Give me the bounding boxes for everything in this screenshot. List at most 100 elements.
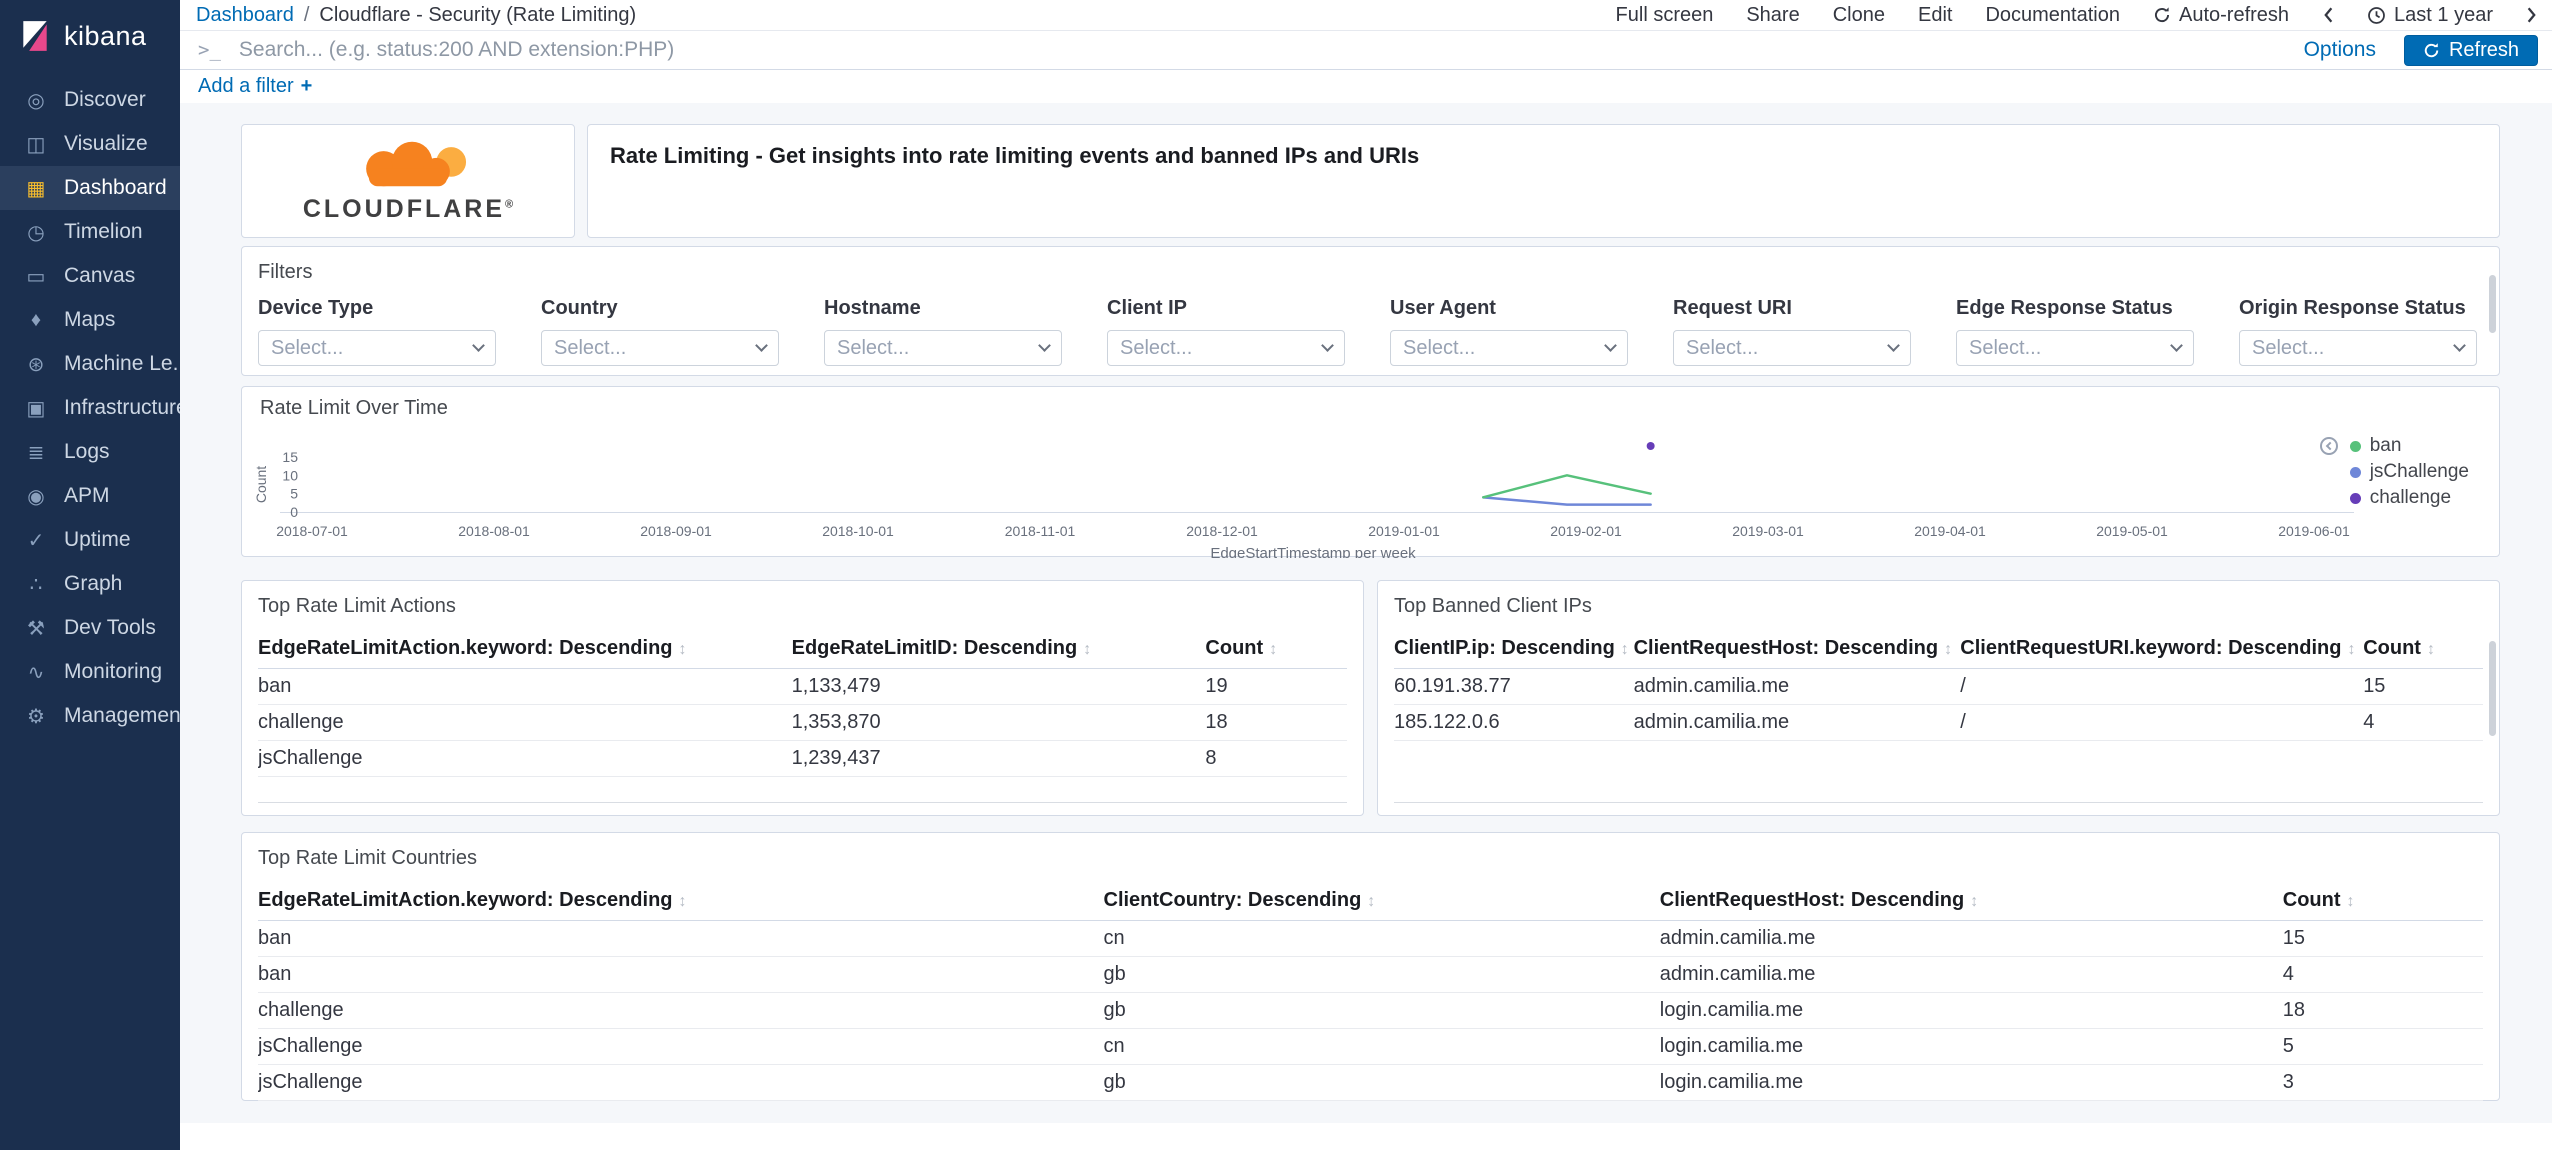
column-header-clientrequesthost[interactable]: ClientRequestHost: Descending ↕ bbox=[1659, 882, 2283, 921]
sidebar-item-uptime[interactable]: ✓ Uptime bbox=[0, 518, 180, 562]
select-placeholder: Select... bbox=[1403, 336, 1476, 359]
sidebar-item-logs[interactable]: ≣ Logs bbox=[0, 430, 180, 474]
legend-item-jschallenge[interactable]: jsChallenge bbox=[2349, 459, 2469, 485]
table-cell: admin.camilia.me bbox=[1659, 920, 2283, 957]
svg-text:15: 15 bbox=[282, 449, 298, 465]
table-row: jsChallenge 1,239,437 8 bbox=[258, 740, 1347, 777]
chevron-left-icon bbox=[2325, 441, 2334, 451]
filter-label: Origin Response Status bbox=[2239, 297, 2466, 319]
sidebar-item-monitoring[interactable]: ∿ Monitoring bbox=[0, 650, 180, 694]
filter-select-device-type[interactable]: Select... bbox=[258, 330, 496, 366]
sort-icon: ↕ bbox=[1944, 641, 1953, 658]
filter-field-device-type: Device Type Select... bbox=[258, 297, 496, 366]
sidebar-item-graph[interactable]: ∴ Graph bbox=[0, 562, 180, 606]
sidebar-item-infrastructure[interactable]: ▣ Infrastructure bbox=[0, 386, 180, 430]
table-cell: challenge bbox=[258, 992, 1104, 1029]
legend-collapse-button[interactable] bbox=[2319, 437, 2338, 455]
column-header-clientip-ip[interactable]: ClientIP.ip: Descending ↕ bbox=[1394, 630, 1634, 669]
legend-item-ban[interactable]: ban bbox=[2319, 433, 2469, 459]
sidebar-item-visualize[interactable]: ◫ Visualize bbox=[0, 122, 180, 166]
svg-text:2018-09-01: 2018-09-01 bbox=[640, 523, 712, 539]
sidebar-item-maps[interactable]: ♦ Maps bbox=[0, 298, 180, 342]
refresh-button[interactable]: Refresh bbox=[2403, 34, 2538, 66]
sidebar-item-label: Logs bbox=[64, 440, 110, 463]
share-button[interactable]: Share bbox=[1746, 4, 1799, 27]
column-header-clientrequesturi-keyword[interactable]: ClientRequestURI.keyword: Descending ↕ bbox=[1960, 630, 2364, 669]
column-header-clientcountry[interactable]: ClientCountry: Descending ↕ bbox=[1103, 882, 1660, 921]
time-back-button[interactable] bbox=[2322, 6, 2334, 24]
sort-icon: ↕ bbox=[1620, 641, 1629, 658]
filter-select-edge-response-status[interactable]: Select... bbox=[1956, 330, 2194, 366]
add-filter-link[interactable]: Add a filter + bbox=[198, 75, 312, 98]
clone-button[interactable]: Clone bbox=[1833, 4, 1885, 27]
svg-text:2019-04-01: 2019-04-01 bbox=[1914, 523, 1986, 539]
sidebar-item-management[interactable]: ⚙ Management bbox=[0, 694, 180, 738]
column-header-count[interactable]: Count ↕ bbox=[2363, 630, 2483, 669]
scrollbar[interactable] bbox=[2489, 641, 2496, 736]
legend-item-challenge[interactable]: challenge bbox=[2349, 485, 2469, 511]
svg-text:2019-01-01: 2019-01-01 bbox=[1368, 523, 1440, 539]
legend-color-dot bbox=[2349, 440, 2361, 452]
filter-select-client-ip[interactable]: Select... bbox=[1107, 330, 1345, 366]
sort-icon: ↕ bbox=[1970, 893, 1979, 910]
table-cell: gb bbox=[1103, 956, 1660, 993]
filter-select-hostname[interactable]: Select... bbox=[824, 330, 1062, 366]
table-cell: 1,353,870 bbox=[791, 704, 1206, 741]
top-banned-ips-table: ClientIP.ip: Descending ↕ ClientRequestHos… bbox=[1394, 630, 2483, 741]
time-picker-button[interactable]: Last 1 year bbox=[2367, 4, 2493, 27]
column-header-edgeratelimitid[interactable]: EdgeRateLimitID: Descending ↕ bbox=[791, 630, 1206, 669]
sidebar-item-label: Maps bbox=[64, 308, 116, 331]
column-header-count[interactable]: Count ↕ bbox=[1205, 630, 1347, 669]
search-input[interactable] bbox=[236, 37, 2288, 63]
filter-select-request-uri[interactable]: Select... bbox=[1673, 330, 1911, 366]
filter-label: Country bbox=[541, 297, 618, 319]
edit-button[interactable]: Edit bbox=[1918, 4, 1952, 27]
table-row: challenge 1,353,870 18 bbox=[258, 704, 1347, 741]
sidebar-item-machine-le[interactable]: ⊛ Machine Le... bbox=[0, 342, 180, 386]
sidebar-item-dev-tools[interactable]: ⚒ Dev Tools bbox=[0, 606, 180, 650]
column-header-clientrequesthost[interactable]: ClientRequestHost: Descending ↕ bbox=[1633, 630, 1961, 669]
auto-refresh-button[interactable]: Auto-refresh bbox=[2153, 4, 2289, 27]
scrollbar[interactable] bbox=[2489, 275, 2496, 333]
sidebar-item-label: Dev Tools bbox=[64, 616, 156, 639]
table-cell: admin.camilia.me bbox=[1659, 956, 2283, 993]
sort-icon: ↕ bbox=[678, 893, 687, 910]
options-link[interactable]: Options bbox=[2304, 38, 2376, 62]
refresh-icon bbox=[2154, 7, 2170, 23]
filter-label: Request URI bbox=[1673, 297, 1792, 319]
column-header-count[interactable]: Count ↕ bbox=[2282, 882, 2483, 921]
table-cell: 1,133,479 bbox=[791, 668, 1206, 705]
sidebar-item-discover[interactable]: ◎ Discover bbox=[0, 78, 180, 122]
table-cell: ban bbox=[258, 956, 1104, 993]
filter-select-country[interactable]: Select... bbox=[541, 330, 779, 366]
top-rate-limit-countries-table: EdgeRateLimitAction.keyword: Descending ↕… bbox=[258, 882, 2483, 1101]
time-forward-button[interactable] bbox=[2526, 6, 2538, 24]
select-placeholder: Select... bbox=[1120, 336, 1193, 359]
svg-text:2018-10-01: 2018-10-01 bbox=[822, 523, 894, 539]
filter-label: Hostname bbox=[824, 297, 921, 319]
sidebar-item-timelion[interactable]: ◷ Timelion bbox=[0, 210, 180, 254]
table-cell: challenge bbox=[258, 704, 792, 741]
column-header-edgeratelimitaction-keyword[interactable]: EdgeRateLimitAction.keyword: Descending ↕ bbox=[258, 882, 1104, 921]
svg-text:2019-05-01: 2019-05-01 bbox=[2096, 523, 2168, 539]
filter-label: Client IP bbox=[1107, 297, 1188, 319]
svg-text:2018-12-01: 2018-12-01 bbox=[1186, 523, 1258, 539]
sidebar-item-canvas[interactable]: ▭ Canvas bbox=[0, 254, 180, 298]
filter-controls: Device Type Select... Country Select... Host… bbox=[258, 297, 2479, 366]
visualize-icon: ◫ bbox=[26, 133, 46, 156]
column-header-edgeratelimitaction-keyword[interactable]: EdgeRateLimitAction.keyword: Descending ↕ bbox=[258, 630, 792, 669]
full-screen-button[interactable]: Full screen bbox=[1616, 4, 1714, 27]
sort-icon: ↕ bbox=[1269, 641, 1278, 658]
console-prompt-icon: >_ bbox=[198, 39, 221, 61]
kibana-logo[interactable]: kibana bbox=[0, 0, 180, 72]
filter-select-user-agent[interactable]: Select... bbox=[1390, 330, 1628, 366]
monitoring-icon: ∿ bbox=[27, 661, 45, 684]
documentation-button[interactable]: Documentation bbox=[1985, 4, 2120, 27]
sidebar-item-label: Timelion bbox=[64, 220, 143, 243]
breadcrumb-dashboard-link[interactable]: Dashboard bbox=[196, 4, 294, 27]
refresh-icon bbox=[2424, 42, 2439, 57]
filter-select-origin-response-status[interactable]: Select... bbox=[2239, 330, 2477, 366]
sidebar-item-dashboard[interactable]: ▦ Dashboard bbox=[0, 166, 180, 210]
sidebar-item-apm[interactable]: ◉ APM bbox=[0, 474, 180, 518]
filter-bar: Add a filter + bbox=[180, 70, 2552, 103]
